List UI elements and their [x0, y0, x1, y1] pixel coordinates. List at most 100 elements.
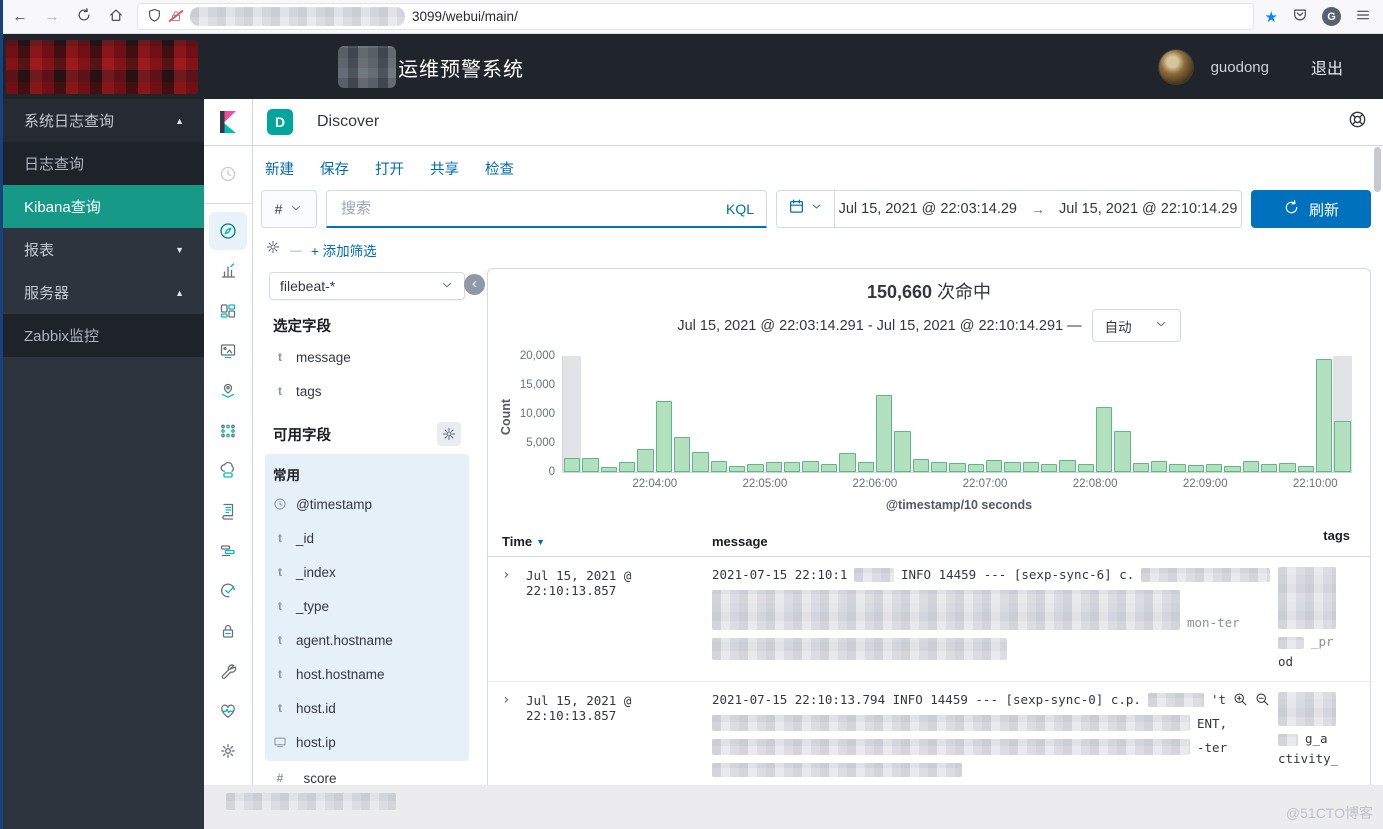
histogram-bucket[interactable]: [1223, 356, 1241, 472]
menu-link-打开[interactable]: 打开: [375, 158, 404, 179]
histogram-bar[interactable]: [1096, 407, 1112, 472]
calendar-button[interactable]: [777, 191, 835, 227]
tracking-shield-icon[interactable]: [147, 8, 162, 26]
pocket-icon[interactable]: [1290, 7, 1310, 27]
histogram-bucket[interactable]: [985, 356, 1003, 472]
histogram-bar[interactable]: [1023, 462, 1039, 472]
histogram-bar[interactable]: [1206, 464, 1222, 472]
sidebar-item-Zabbix监控[interactable]: Zabbix监控: [0, 314, 204, 357]
histogram-bucket[interactable]: [1003, 356, 1021, 472]
histogram-bar[interactable]: [1316, 359, 1332, 472]
histogram-bucket[interactable]: [1333, 356, 1351, 472]
field-_type[interactable]: t_type: [265, 589, 469, 623]
histogram-bar[interactable]: [1114, 431, 1130, 472]
histogram-bucket[interactable]: [600, 356, 618, 472]
histogram-bucket[interactable]: [1168, 356, 1186, 472]
histogram-bucket[interactable]: [691, 356, 709, 472]
histogram-bar[interactable]: [601, 467, 617, 472]
histogram-bar[interactable]: [1188, 465, 1204, 472]
histogram-bucket[interactable]: [1315, 356, 1333, 472]
histogram-bucket[interactable]: [1022, 356, 1040, 472]
field-_index[interactable]: t_index: [265, 555, 469, 589]
field-tags[interactable]: ttags: [265, 374, 469, 408]
histogram-bucket[interactable]: [1132, 356, 1150, 472]
management-gear-icon[interactable]: [209, 732, 247, 770]
histogram-bucket[interactable]: [801, 356, 819, 472]
menu-hamburger-icon[interactable]: [1353, 7, 1373, 27]
collapse-fields-button[interactable]: ‹: [464, 274, 485, 295]
histogram-bar[interactable]: [802, 461, 818, 472]
search-input[interactable]: [339, 199, 718, 218]
histogram-bucket[interactable]: [1058, 356, 1076, 472]
sidebar-item-服务器[interactable]: 服务器▲: [0, 271, 204, 314]
scrollbar-thumb[interactable]: [1374, 147, 1381, 192]
histogram-bucket[interactable]: [710, 356, 728, 472]
histogram-bucket[interactable]: [765, 356, 783, 472]
siem-lock-icon[interactable]: [209, 612, 247, 650]
histogram-bar[interactable]: [619, 462, 635, 472]
histogram-bar[interactable]: [711, 461, 727, 472]
histogram-bucket[interactable]: [581, 356, 599, 472]
dashboard-icon[interactable]: [209, 292, 247, 330]
histogram-bucket[interactable]: [563, 356, 581, 472]
histogram-bar[interactable]: [1169, 464, 1185, 472]
saved-query-menu-button[interactable]: #: [261, 190, 317, 228]
histogram-bar[interactable]: [1279, 463, 1295, 472]
histogram-bar[interactable]: [637, 449, 653, 472]
histogram-bucket[interactable]: [673, 356, 691, 472]
histogram-bucket[interactable]: [618, 356, 636, 472]
kibana-logo[interactable]: [204, 99, 253, 145]
histogram-bar[interactable]: [1004, 462, 1020, 472]
discover-compass-icon[interactable]: [209, 212, 247, 250]
forward-icon[interactable]: →: [42, 8, 62, 25]
add-filter-link[interactable]: + 添加筛选: [311, 240, 377, 260]
histogram-bucket[interactable]: [1205, 356, 1223, 472]
sidebar-item-日志查询[interactable]: 日志查询: [0, 142, 204, 185]
histogram-bar[interactable]: [876, 395, 892, 472]
index-pattern-select[interactable]: filebeat-*: [269, 272, 465, 300]
apm-icon[interactable]: [209, 532, 247, 570]
user-avatar[interactable]: [1159, 50, 1193, 84]
histogram-bucket[interactable]: [1113, 356, 1131, 472]
histogram-bar[interactable]: [766, 462, 782, 472]
histogram-bucket[interactable]: [838, 356, 856, 472]
histogram-bucket[interactable]: [967, 356, 985, 472]
histogram-bar[interactable]: [949, 463, 965, 472]
dev-tools-wrench-icon[interactable]: [209, 652, 247, 690]
histogram-bucket[interactable]: [1297, 356, 1315, 472]
histogram-bucket[interactable]: [636, 356, 654, 472]
logout-link[interactable]: 退出: [1311, 55, 1343, 79]
search-bar[interactable]: KQL: [326, 190, 767, 228]
logs-icon[interactable]: [209, 492, 247, 530]
column-header-time[interactable]: Time▼: [502, 534, 712, 549]
histogram-bar[interactable]: [1151, 461, 1167, 472]
machine-learning-icon[interactable]: [209, 412, 247, 450]
histogram-bar[interactable]: [821, 464, 837, 472]
histogram-chart[interactable]: Count 05,00010,00015,00020,00022:04:0022…: [494, 348, 1356, 520]
histogram-bucket[interactable]: [746, 356, 764, 472]
sort-desc-icon[interactable]: ▼: [536, 537, 545, 547]
reload-icon[interactable]: [74, 7, 94, 27]
histogram-bar[interactable]: [1059, 460, 1075, 472]
column-header-message[interactable]: message: [712, 534, 1356, 549]
histogram-bucket[interactable]: [783, 356, 801, 472]
histogram-bucket[interactable]: [875, 356, 893, 472]
histogram-bar[interactable]: [858, 462, 874, 472]
histogram-bucket[interactable]: [1187, 356, 1205, 472]
histogram-bucket[interactable]: [912, 356, 930, 472]
histogram-plot[interactable]: 05,00010,00015,00020,00022:04:0022:05:00…: [562, 356, 1352, 473]
histogram-bar[interactable]: [1078, 464, 1094, 472]
histogram-bar[interactable]: [839, 453, 855, 472]
home-icon[interactable]: [106, 7, 126, 27]
histogram-bucket[interactable]: [1278, 356, 1296, 472]
histogram-bar[interactable]: [1261, 464, 1277, 472]
histogram-bar[interactable]: [894, 431, 910, 472]
histogram-bucket[interactable]: [930, 356, 948, 472]
histogram-bar[interactable]: [784, 462, 800, 472]
menu-link-保存[interactable]: 保存: [320, 158, 349, 179]
bookmark-star-icon[interactable]: ★: [1265, 8, 1278, 26]
maps-icon[interactable]: [209, 372, 247, 410]
histogram-bar[interactable]: [1041, 464, 1057, 472]
histogram-bar[interactable]: [1298, 466, 1314, 472]
histogram-bar[interactable]: [729, 466, 745, 472]
